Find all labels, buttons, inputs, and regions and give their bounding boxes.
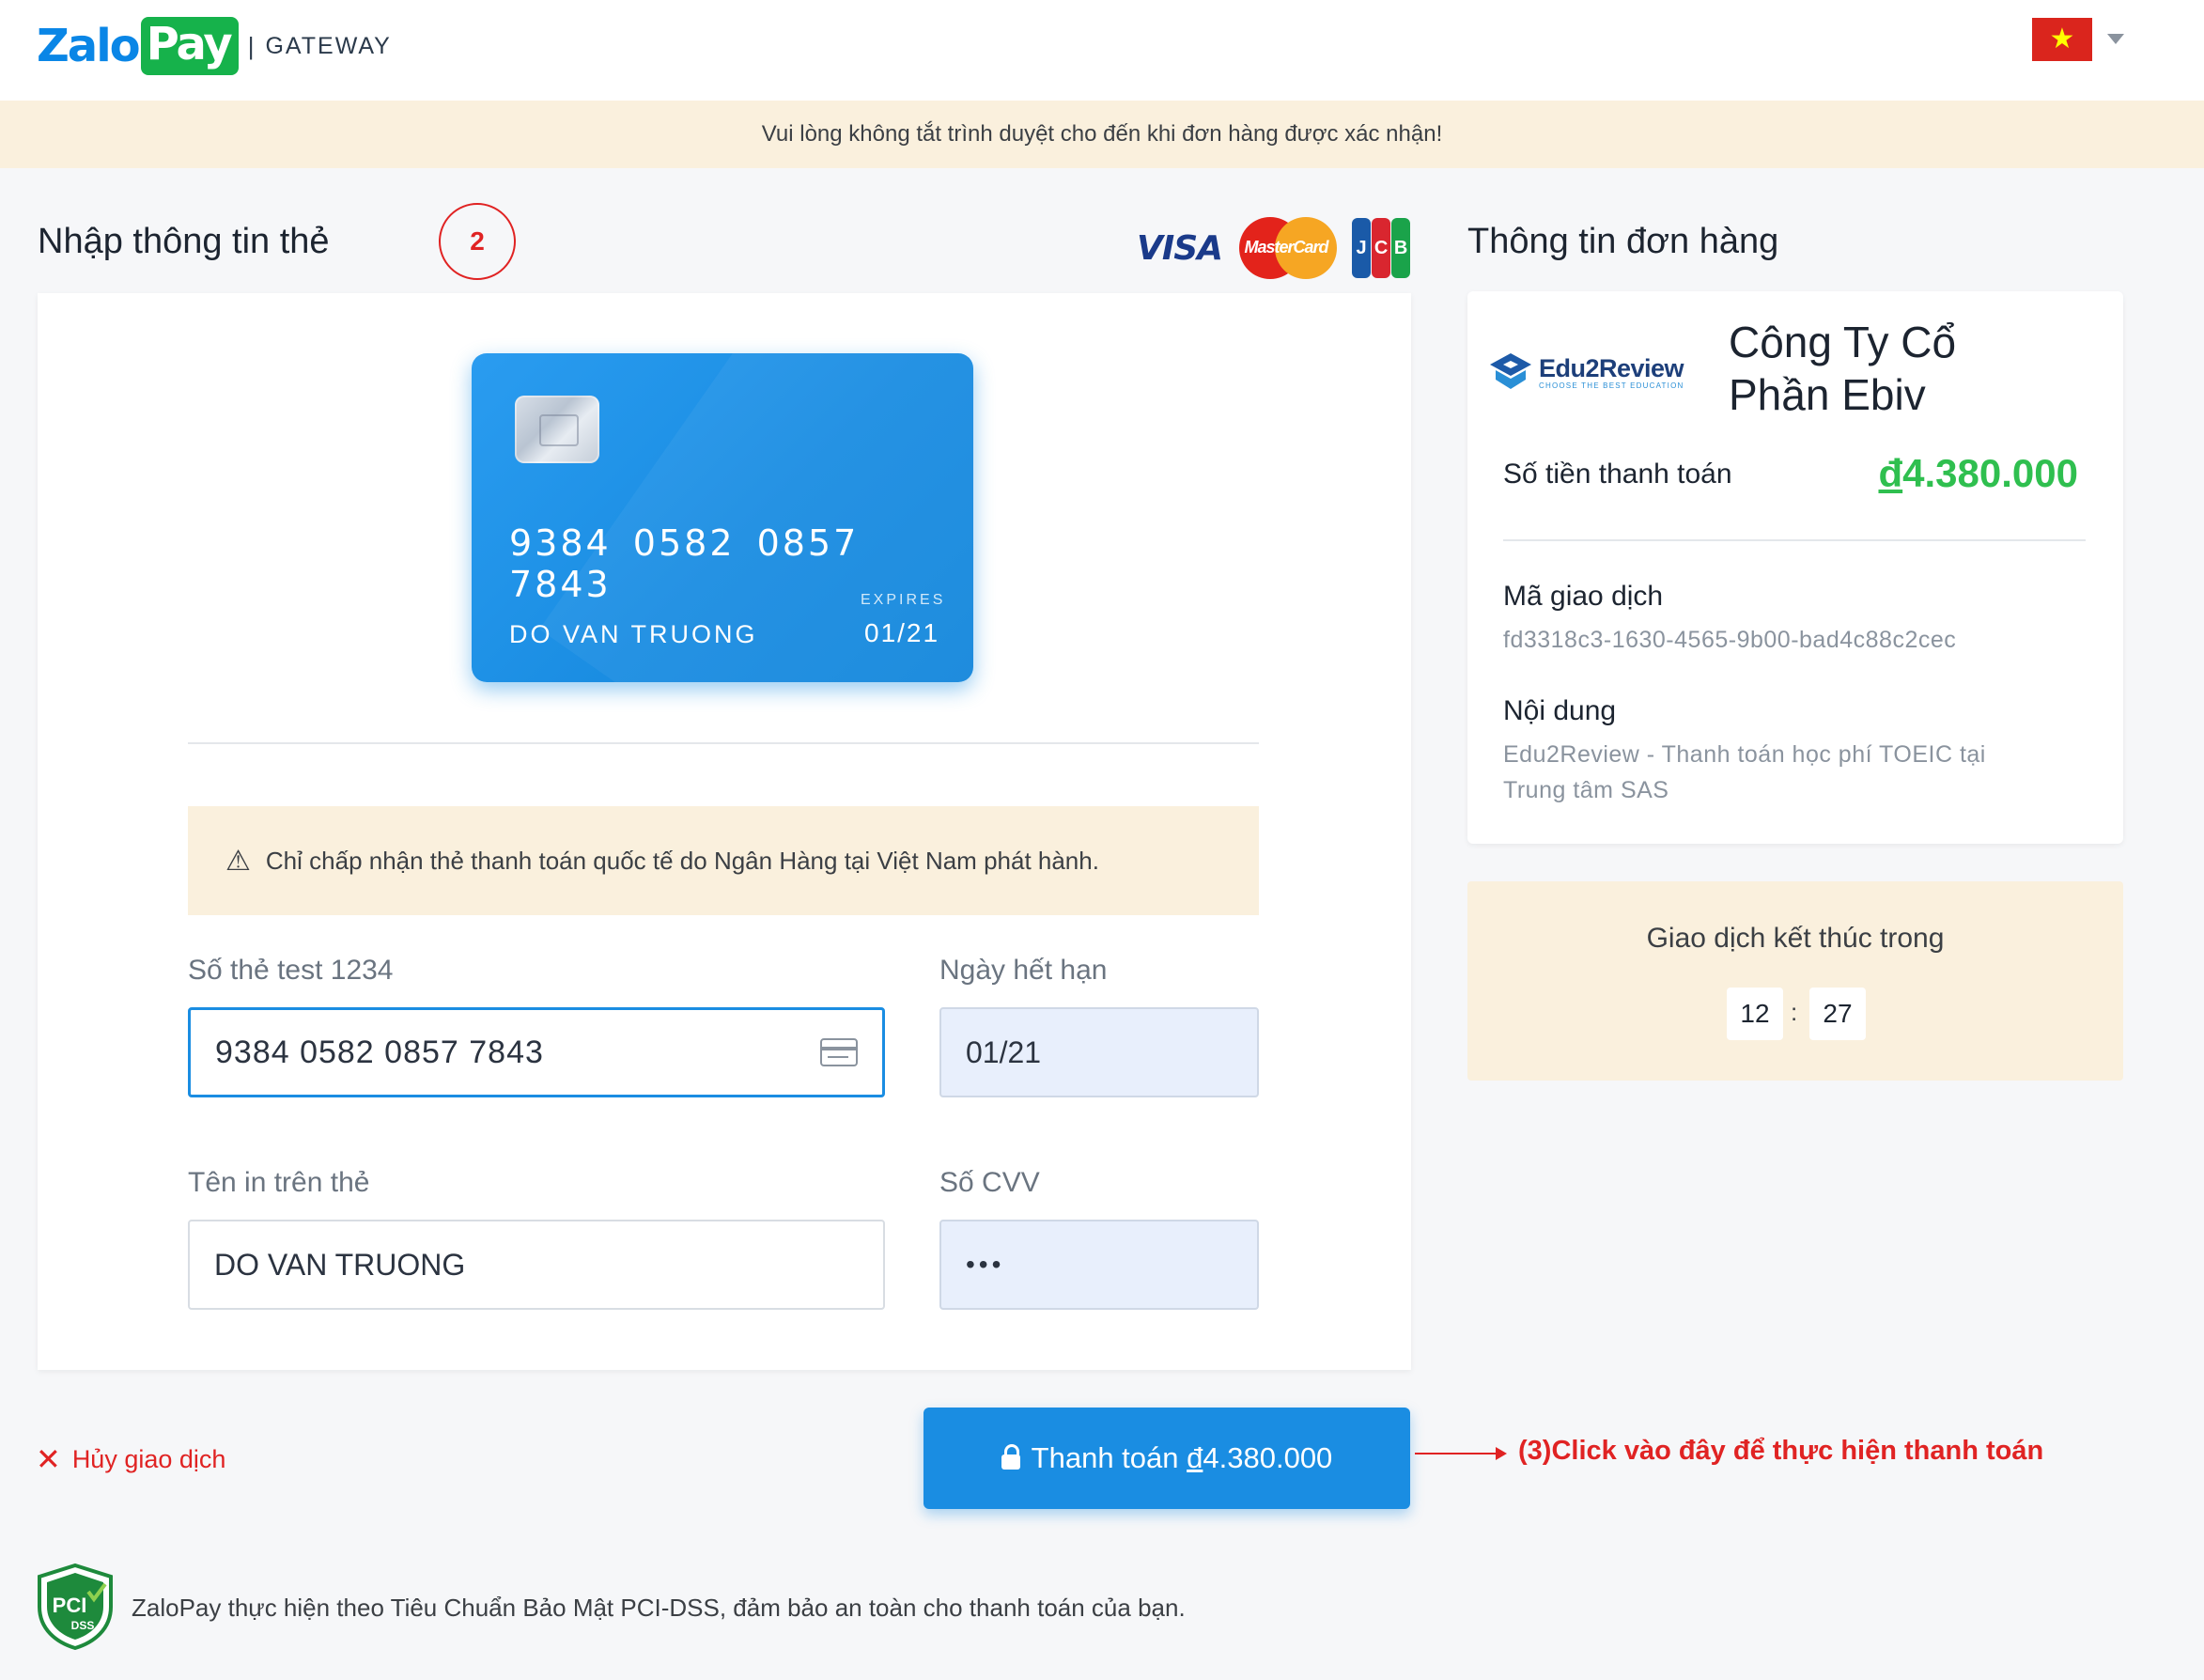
- logo-pay-text: Pay: [140, 17, 239, 75]
- merchant-name-line1: Công Ty Cổ: [1729, 318, 1957, 366]
- countdown-separator: :: [1791, 998, 1798, 1026]
- mastercard-logo-text: MasterCard: [1244, 238, 1329, 257]
- amount-label: Số tiền thanh toán: [1503, 459, 1732, 490]
- zalopay-logo[interactable]: Zalo Pay | GATEWAY: [37, 17, 392, 75]
- browser-notice-banner: Vui lòng không tắt trình duyệt cho đến k…: [0, 101, 2204, 168]
- pay-button-amount: 4.380.000: [1203, 1441, 1333, 1474]
- transaction-id-label: Mã giao dịch: [1503, 581, 1664, 612]
- jcb-letter-j: J: [1352, 218, 1372, 278]
- expiry-label: Ngày hết hạn: [939, 955, 1108, 986]
- annotation-arrow-head-icon: [1496, 1447, 1507, 1460]
- cardholder-name-value: DO VAN TRUONG: [214, 1247, 466, 1282]
- countdown-timer-card: Giao dịch kết thúc trong 12 : 27: [1467, 881, 2123, 1081]
- pay-button[interactable]: Thanh toán đ 4.380.000: [924, 1408, 1410, 1509]
- card-section-title: Nhập thông tin thẻ: [38, 222, 330, 261]
- card-chip-icon: [515, 396, 599, 463]
- order-info-card: Edu2Review CHOOSE THE BEST EDUCATION Côn…: [1467, 291, 2123, 844]
- credit-card-preview: 9384 0582 0857 7843 EXPIRES DO VAN TRUON…: [472, 353, 973, 682]
- edu2review-logo-tagline: CHOOSE THE BEST EDUCATION: [1539, 381, 1684, 390]
- edu2review-mark-icon: [1490, 353, 1531, 389]
- merchant-name: Công Ty Cổ Phần Ebiv: [1729, 316, 2010, 421]
- card-number-input[interactable]: 9384 0582 0857 7843: [188, 1007, 885, 1097]
- amount-value: đ4.380.000: [1878, 451, 2078, 496]
- card-preview-expires-label: EXPIRES: [861, 592, 946, 608]
- card-panel-divider: [188, 742, 1259, 744]
- pci-dss-shield-icon: PCI DSS: [38, 1563, 113, 1650]
- pci-label: PCI: [53, 1594, 87, 1617]
- countdown-minutes: 12: [1727, 988, 1783, 1040]
- transaction-id-value: fd3318c3-1630-4565-9b00-bad4c88c2cec: [1503, 627, 1957, 653]
- flag-star-icon: ★: [2049, 23, 2075, 54]
- amount-currency: đ: [1878, 451, 1903, 495]
- logo-separator: |: [247, 31, 255, 60]
- jcb-letter-b: B: [1391, 218, 1411, 278]
- card-brand-logos: VISA MasterCard J C B: [1137, 216, 1411, 280]
- content-value-line1: Edu2Review - Thanh toán học phí TOEIC tạ…: [1503, 741, 1986, 768]
- edu2review-logo-name: Edu2Review: [1539, 354, 1684, 382]
- countdown-seconds: 27: [1809, 988, 1866, 1040]
- visa-logo: VISA: [1137, 228, 1223, 268]
- annotation-arrow: [1415, 1453, 1498, 1454]
- cancel-transaction-label: Hủy giao dịch: [71, 1444, 226, 1473]
- close-icon: ✕: [36, 1442, 61, 1476]
- logo-gateway-text: GATEWAY: [265, 32, 392, 59]
- pay-button-prefix: Thanh toán: [1031, 1441, 1187, 1474]
- logo-zalo-text: Zalo: [37, 20, 141, 72]
- merchant-name-line2: Phần Ebiv: [1729, 370, 1926, 419]
- card-number-value: 9384 0582 0857 7843: [215, 1034, 544, 1070]
- card-acceptance-warning: ⚠ Chỉ chấp nhận thẻ thanh toán quốc tế d…: [188, 806, 1259, 915]
- step-2-marker: 2: [439, 203, 516, 280]
- edu2review-logo: Edu2Review CHOOSE THE BEST EDUCATION: [1488, 351, 1684, 393]
- card-preview-expiry: 01/21: [864, 618, 940, 647]
- content-value-line2: Trung tâm SAS: [1503, 777, 1669, 803]
- jcb-logo: J C B: [1352, 218, 1411, 278]
- vietnam-flag-icon[interactable]: ★: [2032, 18, 2092, 61]
- dss-label: DSS: [71, 1619, 95, 1632]
- amount-number: 4.380.000: [1902, 451, 2078, 495]
- top-bar: Zalo Pay | GATEWAY ★: [0, 0, 2204, 101]
- cancel-transaction-link[interactable]: ✕ Hủy giao dịch: [36, 1441, 225, 1477]
- pay-button-currency: đ: [1187, 1441, 1203, 1474]
- step-3-annotation: (3)Click vào đây để thực hiện thanh toán: [1518, 1436, 2044, 1466]
- cvv-value: •••: [966, 1250, 1005, 1279]
- content-label: Nội dung: [1503, 695, 1617, 726]
- card-number-label: Số thẻ test 1234: [188, 955, 394, 986]
- warning-text: Chỉ chấp nhận thẻ thanh toán quốc tế do …: [265, 846, 1099, 875]
- pci-dss-footer-text: ZaloPay thực hiện theo Tiêu Chuẩn Bảo Mậ…: [132, 1594, 1186, 1622]
- expiry-input[interactable]: 01/21: [939, 1007, 1259, 1097]
- language-dropdown-caret-icon[interactable]: [2107, 34, 2124, 44]
- cardholder-name-input[interactable]: DO VAN TRUONG: [188, 1220, 885, 1310]
- cvv-label: Số CVV: [939, 1167, 1040, 1198]
- order-section-title: Thông tin đơn hàng: [1467, 222, 1779, 261]
- countdown-title: Giao dịch kết thúc trong: [1646, 923, 1945, 954]
- expiry-value: 01/21: [966, 1034, 1042, 1069]
- mastercard-logo: MasterCard: [1235, 217, 1338, 279]
- jcb-letter-c: C: [1372, 218, 1391, 278]
- cardholder-name-label: Tên in trên thẻ: [188, 1167, 370, 1198]
- warning-icon: ⚠: [225, 845, 251, 877]
- lock-icon: [1001, 1444, 1020, 1470]
- cvv-input[interactable]: •••: [939, 1220, 1259, 1310]
- card-preview-holder: DO VAN TRUONG: [509, 620, 758, 648]
- content-value: Edu2Review - Thanh toán học phí TOEIC tạ…: [1503, 737, 1986, 808]
- order-divider: [1503, 539, 2086, 541]
- credit-card-icon: [820, 1038, 858, 1066]
